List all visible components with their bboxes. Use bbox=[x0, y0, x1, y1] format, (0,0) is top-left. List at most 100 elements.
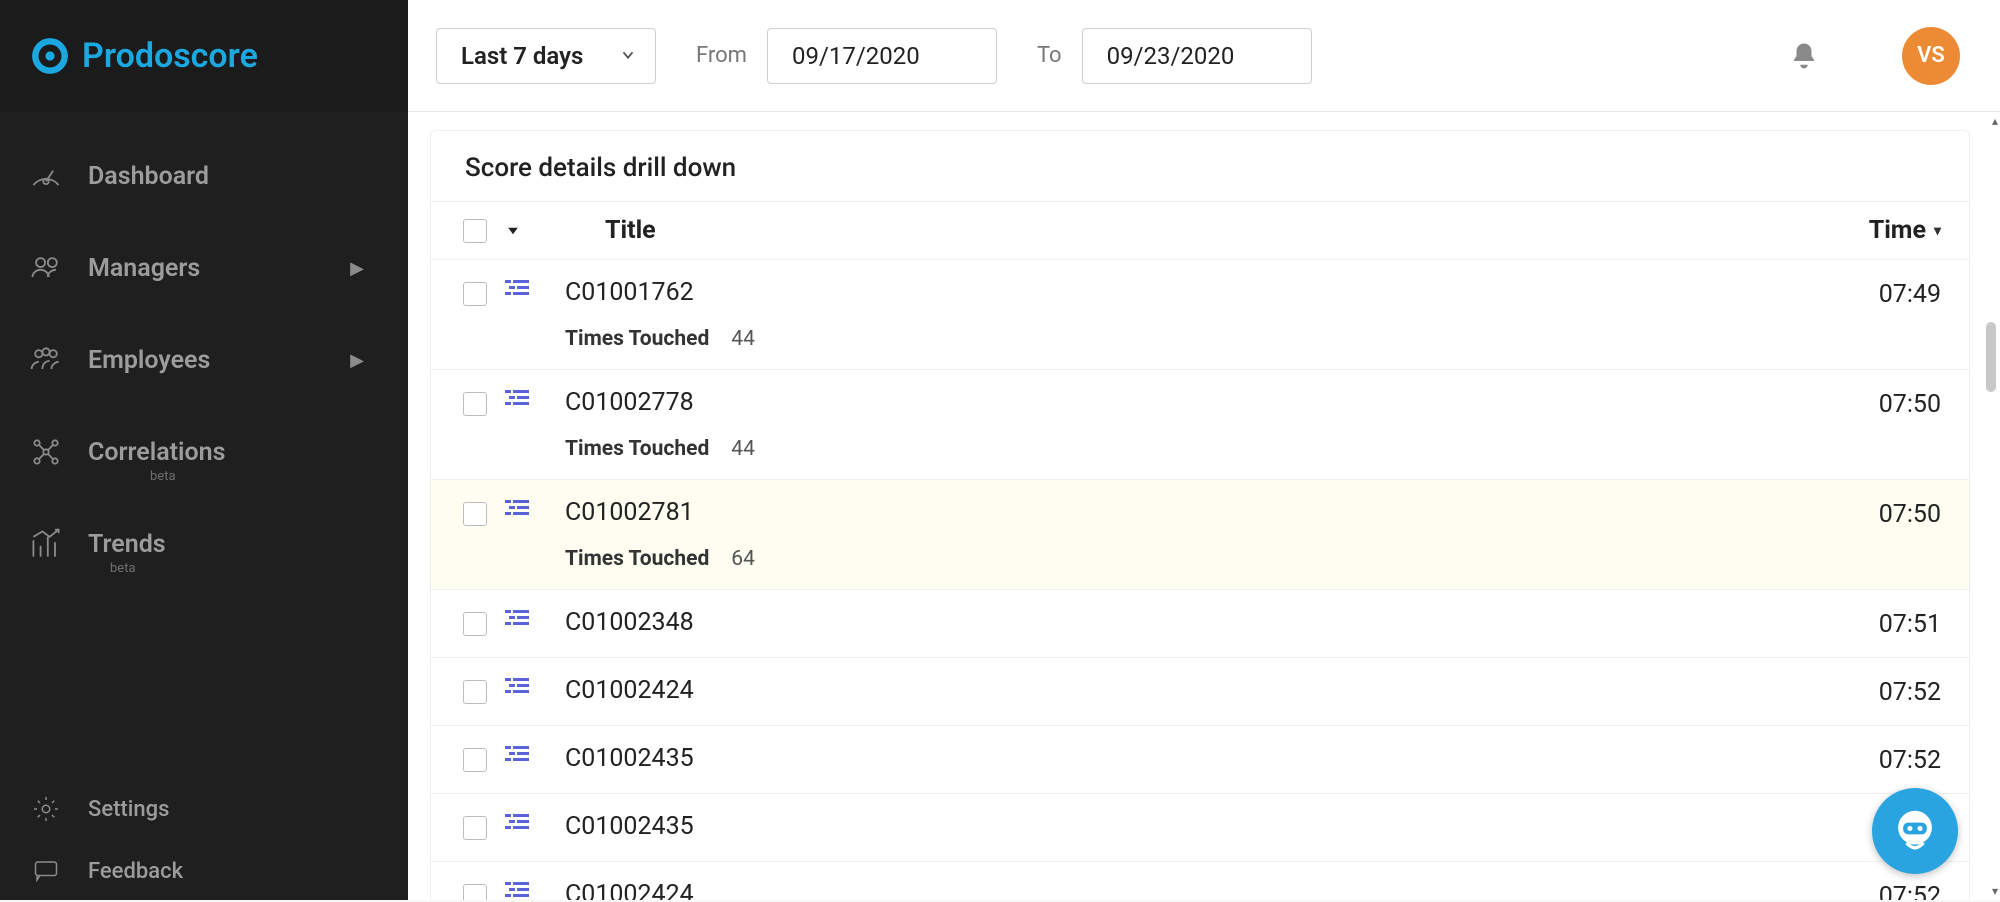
meta-value: 44 bbox=[731, 327, 755, 351]
row-type-icon bbox=[505, 676, 565, 700]
table-row[interactable]: C0100242407:52 bbox=[431, 862, 1969, 900]
meta-value: 64 bbox=[731, 547, 755, 571]
people-icon bbox=[26, 248, 66, 288]
sidebar-item-label: Trends bbox=[88, 530, 166, 559]
user-avatar[interactable]: VS bbox=[1902, 27, 1960, 85]
team-icon bbox=[26, 340, 66, 380]
table-row[interactable]: C01001762 Times Touched4407:49 bbox=[431, 260, 1969, 370]
row-title: C01002424 bbox=[565, 880, 1811, 900]
chevron-down-icon bbox=[619, 42, 637, 70]
sidebar-item-feedback[interactable]: Feedback bbox=[0, 840, 408, 902]
row-title-block: C01002424 bbox=[565, 676, 1811, 705]
sidebar-item-trends[interactable]: Trends beta bbox=[0, 498, 408, 590]
row-meta: Times Touched44 bbox=[565, 327, 1811, 351]
column-time[interactable]: Time ▾ bbox=[1811, 216, 1941, 245]
sidebar: Prodoscore Dashboard Managers ▶ Employee… bbox=[0, 0, 408, 900]
row-checkbox[interactable] bbox=[445, 498, 505, 526]
avatar-initials: VS bbox=[1917, 43, 1945, 68]
scroll-up-icon[interactable]: ▴ bbox=[1992, 114, 1998, 128]
row-title-block: C01002778Times Touched44 bbox=[565, 388, 1811, 461]
table-row[interactable]: C0100242407:52 bbox=[431, 658, 1969, 726]
topbar: Last 7 days From 09/17/2020 To 09/23/202… bbox=[408, 0, 2000, 112]
row-title-block: C01002781 Times Touched64 bbox=[565, 498, 1811, 571]
trend-icon bbox=[26, 524, 66, 564]
drilldown-panel: Score details drill down Title Time ▾ C0… bbox=[430, 130, 1970, 900]
table-row[interactable]: C01002778Times Touched4407:50 bbox=[431, 370, 1969, 480]
logo-area: Prodoscore bbox=[0, 0, 408, 112]
to-date-input[interactable]: 09/23/2020 bbox=[1082, 28, 1312, 84]
row-type-icon bbox=[505, 880, 565, 900]
row-checkbox[interactable] bbox=[445, 278, 505, 306]
header-dropdown[interactable] bbox=[505, 223, 545, 239]
sidebar-item-employees[interactable]: Employees ▶ bbox=[0, 314, 408, 406]
table-body: C01001762Times Touched4407:49C01002778Ti… bbox=[431, 260, 1969, 900]
row-type-icon bbox=[505, 608, 565, 632]
beta-badge: beta bbox=[150, 469, 176, 484]
sidebar-bottom: Settings Feedback bbox=[0, 778, 408, 902]
row-title-block: C01001762 Times Touched44 bbox=[565, 278, 1811, 351]
scroll-down-icon[interactable]: ▾ bbox=[1992, 884, 1998, 898]
from-date-group: From 09/17/2020 bbox=[696, 28, 997, 84]
chat-icon bbox=[26, 851, 66, 891]
sidebar-item-correlations[interactable]: Correlations beta bbox=[0, 406, 408, 498]
row-meta: Times Touched64 bbox=[565, 547, 1811, 571]
row-meta: Times Touched44 bbox=[565, 437, 1811, 461]
row-title-block: C01002424 bbox=[565, 880, 1811, 900]
brand-mark-icon bbox=[28, 34, 72, 78]
notifications-button[interactable] bbox=[1786, 38, 1822, 74]
sidebar-item-label: Feedback bbox=[88, 859, 183, 884]
sidebar-item-dashboard[interactable]: Dashboard bbox=[0, 130, 408, 222]
to-date-value: 09/23/2020 bbox=[1107, 42, 1235, 70]
sidebar-item-label: Employees bbox=[88, 346, 210, 375]
row-checkbox[interactable] bbox=[445, 388, 505, 416]
brand-logo[interactable]: Prodoscore bbox=[28, 34, 258, 78]
sidebar-nav: Dashboard Managers ▶ Employees ▶ Correla… bbox=[0, 112, 408, 590]
row-type-icon bbox=[505, 278, 565, 302]
beta-badge: beta bbox=[110, 561, 136, 576]
row-checkbox[interactable] bbox=[445, 880, 505, 900]
table-row[interactable]: C0100234807:51 bbox=[431, 590, 1969, 658]
table-row[interactable]: C0100243507:52 bbox=[431, 726, 1969, 794]
scroll-thumb[interactable] bbox=[1986, 322, 1996, 392]
network-icon bbox=[26, 432, 66, 472]
row-checkbox[interactable] bbox=[445, 812, 505, 840]
row-time: 07:50 bbox=[1811, 388, 1941, 419]
chevron-right-icon: ▶ bbox=[350, 350, 364, 371]
row-title: C01002781 bbox=[565, 498, 1811, 527]
chatbot-button[interactable] bbox=[1872, 788, 1958, 874]
gear-icon bbox=[26, 789, 66, 829]
to-date-group: To 09/23/2020 bbox=[1037, 28, 1312, 84]
row-title: C01002424 bbox=[565, 676, 1811, 705]
row-title-block: C01002348 bbox=[565, 608, 1811, 637]
select-all-checkbox[interactable] bbox=[445, 219, 505, 243]
table-row[interactable]: C01002781 Times Touched6407:50 bbox=[431, 480, 1969, 590]
row-checkbox[interactable] bbox=[445, 744, 505, 772]
vertical-scrollbar[interactable]: ▴ ▾ bbox=[1982, 112, 2000, 900]
content-area: Score details drill down Title Time ▾ C0… bbox=[408, 112, 2000, 900]
date-range-label: Last 7 days bbox=[461, 42, 583, 70]
row-time: 07:51 bbox=[1811, 608, 1941, 639]
brand-name: Prodoscore bbox=[82, 36, 258, 76]
row-checkbox[interactable] bbox=[445, 676, 505, 704]
row-type-icon bbox=[505, 812, 565, 836]
from-date-input[interactable]: 09/17/2020 bbox=[767, 28, 997, 84]
sidebar-item-label: Settings bbox=[88, 797, 169, 822]
sidebar-item-managers[interactable]: Managers ▶ bbox=[0, 222, 408, 314]
table-row[interactable]: C0100243507:52 bbox=[431, 794, 1969, 862]
row-title: C01002348 bbox=[565, 608, 1811, 637]
row-title-block: C01002435 bbox=[565, 744, 1811, 773]
row-time: 07:52 bbox=[1811, 880, 1941, 900]
row-time: 07:52 bbox=[1811, 676, 1941, 707]
sidebar-item-label: Correlations bbox=[88, 438, 226, 467]
main: Last 7 days From 09/17/2020 To 09/23/202… bbox=[408, 0, 2000, 900]
sort-caret-icon: ▾ bbox=[1934, 223, 1941, 239]
date-range-select[interactable]: Last 7 days bbox=[436, 28, 656, 84]
row-time: 07:49 bbox=[1811, 278, 1941, 309]
sidebar-item-label: Dashboard bbox=[88, 162, 209, 191]
row-type-icon bbox=[505, 498, 565, 522]
row-time: 07:50 bbox=[1811, 498, 1941, 529]
row-checkbox[interactable] bbox=[445, 608, 505, 636]
row-title: C01001762 bbox=[565, 278, 1811, 307]
sidebar-item-settings[interactable]: Settings bbox=[0, 778, 408, 840]
column-title[interactable]: Title bbox=[605, 216, 1811, 245]
